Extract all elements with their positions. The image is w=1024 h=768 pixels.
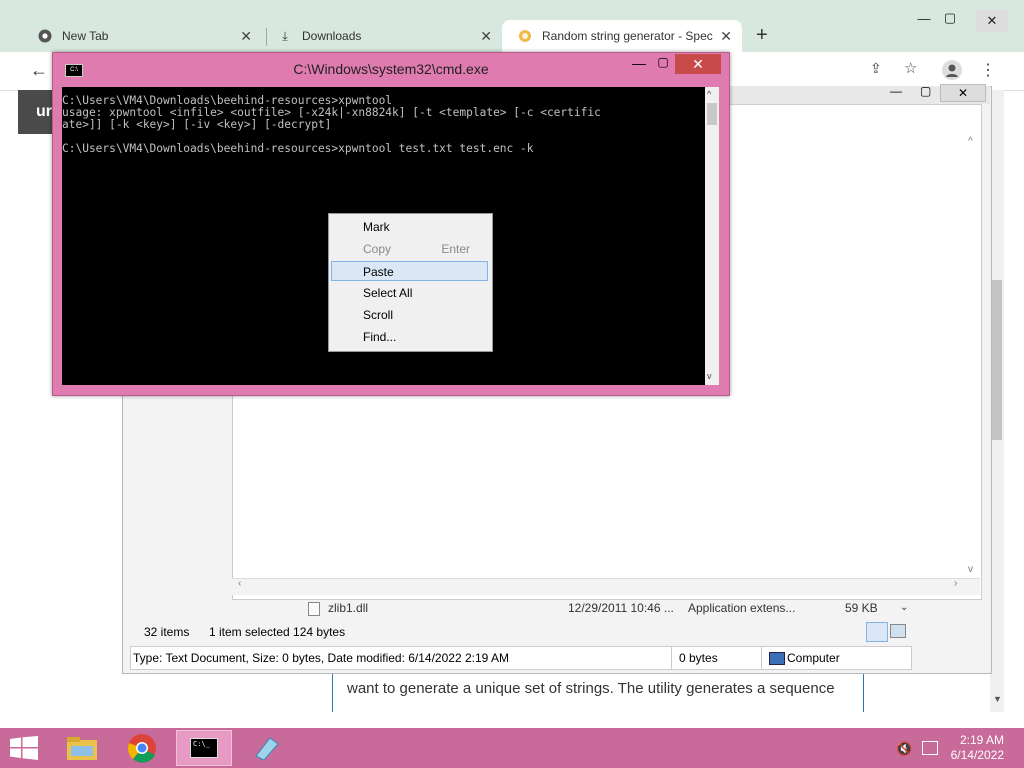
menu-dots-icon[interactable]: ⋮ bbox=[980, 60, 996, 80]
cmd-minimize-button[interactable]: — bbox=[629, 55, 649, 75]
cmd-taskbar-button[interactable]: C:\_ bbox=[176, 730, 232, 766]
menu-item-scroll[interactable]: Scroll bbox=[331, 305, 488, 325]
close-window-button[interactable]: ✕ bbox=[976, 10, 1008, 32]
profile-icon[interactable] bbox=[942, 60, 962, 80]
cmd-close-button[interactable]: ✕ bbox=[675, 54, 721, 74]
explorer-close-button[interactable]: ✕ bbox=[940, 84, 986, 102]
download-icon: ⤓ bbox=[282, 28, 288, 43]
status-divider bbox=[671, 647, 672, 669]
page-scrollbar-thumb[interactable] bbox=[992, 280, 1002, 440]
chrome-icon bbox=[38, 29, 52, 43]
tab-new-tab[interactable]: New Tab ✕ bbox=[22, 20, 262, 52]
notepad-taskbar-button[interactable] bbox=[238, 730, 294, 766]
scroll-down-icon[interactable]: v bbox=[968, 564, 973, 575]
console-line: ate>]] [-k <key>] [-iv <key>] [-decrypt] bbox=[62, 118, 332, 131]
speaker-muted-icon[interactable]: 🔇 bbox=[896, 741, 912, 757]
close-tab-icon[interactable]: ✕ bbox=[720, 28, 732, 45]
thumbnails-view-icon[interactable] bbox=[890, 624, 906, 638]
globe-icon bbox=[518, 29, 532, 43]
items-count: 32 items bbox=[144, 625, 190, 639]
tab-downloads[interactable]: ⤓ Downloads ✕ bbox=[262, 20, 502, 52]
explorer-statusbar: Type: Text Document, Size: 0 bytes, Date… bbox=[130, 646, 912, 670]
status-location: Computer bbox=[787, 651, 840, 665]
menu-item-label: Paste bbox=[363, 265, 394, 279]
status-divider bbox=[761, 647, 762, 669]
cmd-scrollbar-thumb[interactable] bbox=[707, 103, 717, 125]
menu-item-label: Select All bbox=[363, 286, 413, 300]
explorer-minimize-button[interactable]: — bbox=[890, 84, 902, 98]
clock-date: 6/14/2022 bbox=[950, 748, 1004, 762]
file-explorer-taskbar-button[interactable] bbox=[54, 730, 110, 766]
file-type: Application extens... bbox=[688, 601, 796, 615]
chevron-down-icon[interactable]: ⌄ bbox=[900, 602, 908, 613]
scroll-down-icon[interactable]: v bbox=[707, 371, 712, 381]
back-arrow-icon[interactable]: ← bbox=[30, 60, 48, 81]
menu-item-label: Mark bbox=[363, 220, 390, 234]
dll-file-icon bbox=[308, 602, 320, 616]
clock-time: 2:19 AM bbox=[959, 733, 1004, 747]
tab-random-string-generator[interactable]: Random string generator - Spec ✕ bbox=[502, 20, 742, 52]
scroll-up-icon[interactable]: ^ bbox=[707, 89, 711, 99]
cmd-title: C:\Windows\system32\cmd.exe bbox=[293, 61, 489, 77]
page-text-line: want to generate a unique set of strings… bbox=[347, 680, 835, 697]
computer-icon bbox=[769, 652, 785, 665]
tab-label: New Tab bbox=[62, 29, 109, 43]
star-icon[interactable]: ☆ bbox=[904, 59, 917, 77]
status-details: Type: Text Document, Size: 0 bytes, Date… bbox=[133, 651, 509, 665]
cmd-maximize-button[interactable]: ▢ bbox=[653, 55, 673, 75]
scroll-right-icon[interactable]: › bbox=[954, 578, 957, 589]
menu-item-label: Scroll bbox=[363, 308, 394, 322]
menu-item-paste[interactable]: Paste bbox=[331, 261, 488, 281]
menu-item-shortcut: Enter bbox=[441, 242, 470, 256]
close-tab-icon[interactable]: ✕ bbox=[240, 28, 252, 45]
tab-label: Downloads bbox=[302, 29, 362, 43]
tab-label: Random string generator - Spec bbox=[542, 29, 713, 43]
menu-item-mark[interactable]: Mark bbox=[331, 217, 488, 237]
cmd-icon: C:\_ bbox=[190, 738, 218, 758]
menu-item-find[interactable]: Find... bbox=[331, 327, 488, 347]
explorer-maximize-button[interactable]: ▢ bbox=[920, 84, 931, 98]
file-date: 12/29/2011 10:46 ... bbox=[568, 601, 674, 615]
scroll-up-icon[interactable]: ^ bbox=[968, 136, 973, 147]
cmd-scrollbar[interactable] bbox=[705, 87, 719, 385]
network-icon[interactable] bbox=[922, 741, 938, 755]
menu-item-copy[interactable]: Copy Enter bbox=[331, 239, 488, 259]
minimize-button[interactable]: — bbox=[910, 8, 938, 28]
start-button[interactable] bbox=[10, 736, 38, 763]
chrome-taskbar-button[interactable] bbox=[114, 730, 170, 766]
file-row[interactable]: zlib1.dll 12/29/2011 10:46 ... Applicati… bbox=[300, 600, 908, 618]
menu-item-label: Copy bbox=[363, 242, 392, 256]
file-name: zlib1.dll bbox=[328, 601, 369, 615]
details-view-icon[interactable] bbox=[866, 622, 888, 642]
system-clock[interactable]: 2:19 AM 6/14/2022 bbox=[948, 733, 1004, 763]
menu-item-select-all[interactable]: Select All bbox=[331, 283, 488, 303]
scroll-left-icon[interactable]: ‹ bbox=[238, 578, 241, 589]
console-line: C:\Users\VM4\Downloads\beehind-resources… bbox=[62, 142, 534, 155]
selection-info: 1 item selected 124 bytes bbox=[209, 625, 346, 639]
share-icon[interactable]: ⇪ bbox=[870, 60, 882, 77]
maximize-button[interactable]: ▢ bbox=[936, 8, 964, 28]
context-menu: Mark Copy Enter Paste Select All Scroll … bbox=[328, 213, 493, 352]
scroll-down-arrow-icon[interactable]: ▼ bbox=[993, 694, 1002, 704]
status-size: 0 bytes bbox=[679, 651, 718, 665]
close-tab-icon[interactable]: ✕ bbox=[480, 28, 492, 45]
explorer-hscrollbar[interactable] bbox=[232, 578, 980, 595]
file-size: 59 KB bbox=[845, 601, 878, 615]
menu-item-label: Find... bbox=[363, 330, 397, 344]
explorer-status-row: 32 items 1 item selected 124 bytes bbox=[130, 622, 910, 642]
new-tab-button[interactable]: + bbox=[756, 24, 768, 47]
